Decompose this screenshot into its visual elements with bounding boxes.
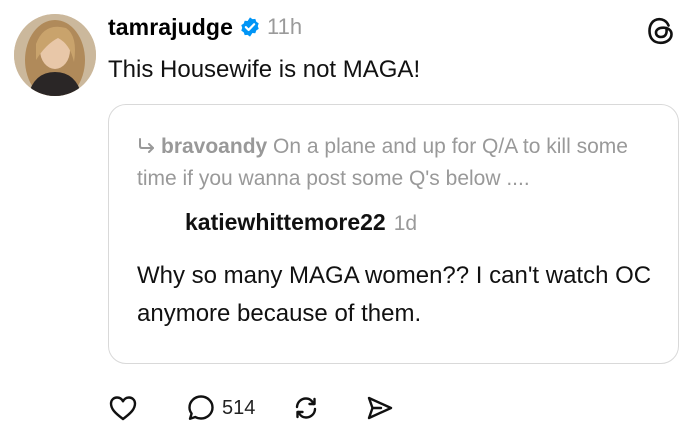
reply-arrow-icon xyxy=(137,133,157,153)
reply-count: 514 xyxy=(222,396,256,419)
quoted-author-row: katiewhittemore22 1d xyxy=(185,209,417,236)
verified-badge-icon xyxy=(239,16,261,38)
username[interactable]: tamrajudge xyxy=(108,14,233,41)
reply-button[interactable]: 514 xyxy=(186,393,255,423)
share-button[interactable] xyxy=(365,393,395,423)
quoted-username[interactable]: katiewhittemore22 xyxy=(185,209,386,236)
comment-icon xyxy=(186,393,216,423)
quoted-time: 1d xyxy=(393,212,418,235)
threads-logo-icon[interactable] xyxy=(644,14,678,48)
action-bar: 514 xyxy=(108,390,395,426)
avatar[interactable] xyxy=(14,14,96,96)
post-text: This Housewife is not MAGA! xyxy=(108,56,421,83)
share-icon xyxy=(365,393,395,423)
heart-icon xyxy=(108,394,138,422)
repost-button[interactable] xyxy=(291,393,321,423)
repost-icon xyxy=(291,393,321,423)
post-header: tamrajudge 11h xyxy=(108,12,302,42)
avatar-photo xyxy=(14,14,96,96)
parent-username[interactable]: bravoandy xyxy=(161,135,267,158)
quoted-post-card[interactable]: bravoandy On a plane and up for Q/A to k… xyxy=(108,104,679,364)
quoted-post-text: Why so many MAGA women?? I can't watch O… xyxy=(137,262,652,327)
quoted-parent-context: bravoandy On a plane and up for Q/A to k… xyxy=(137,131,637,195)
post-time: 11h xyxy=(266,14,303,39)
like-button[interactable] xyxy=(108,394,138,422)
